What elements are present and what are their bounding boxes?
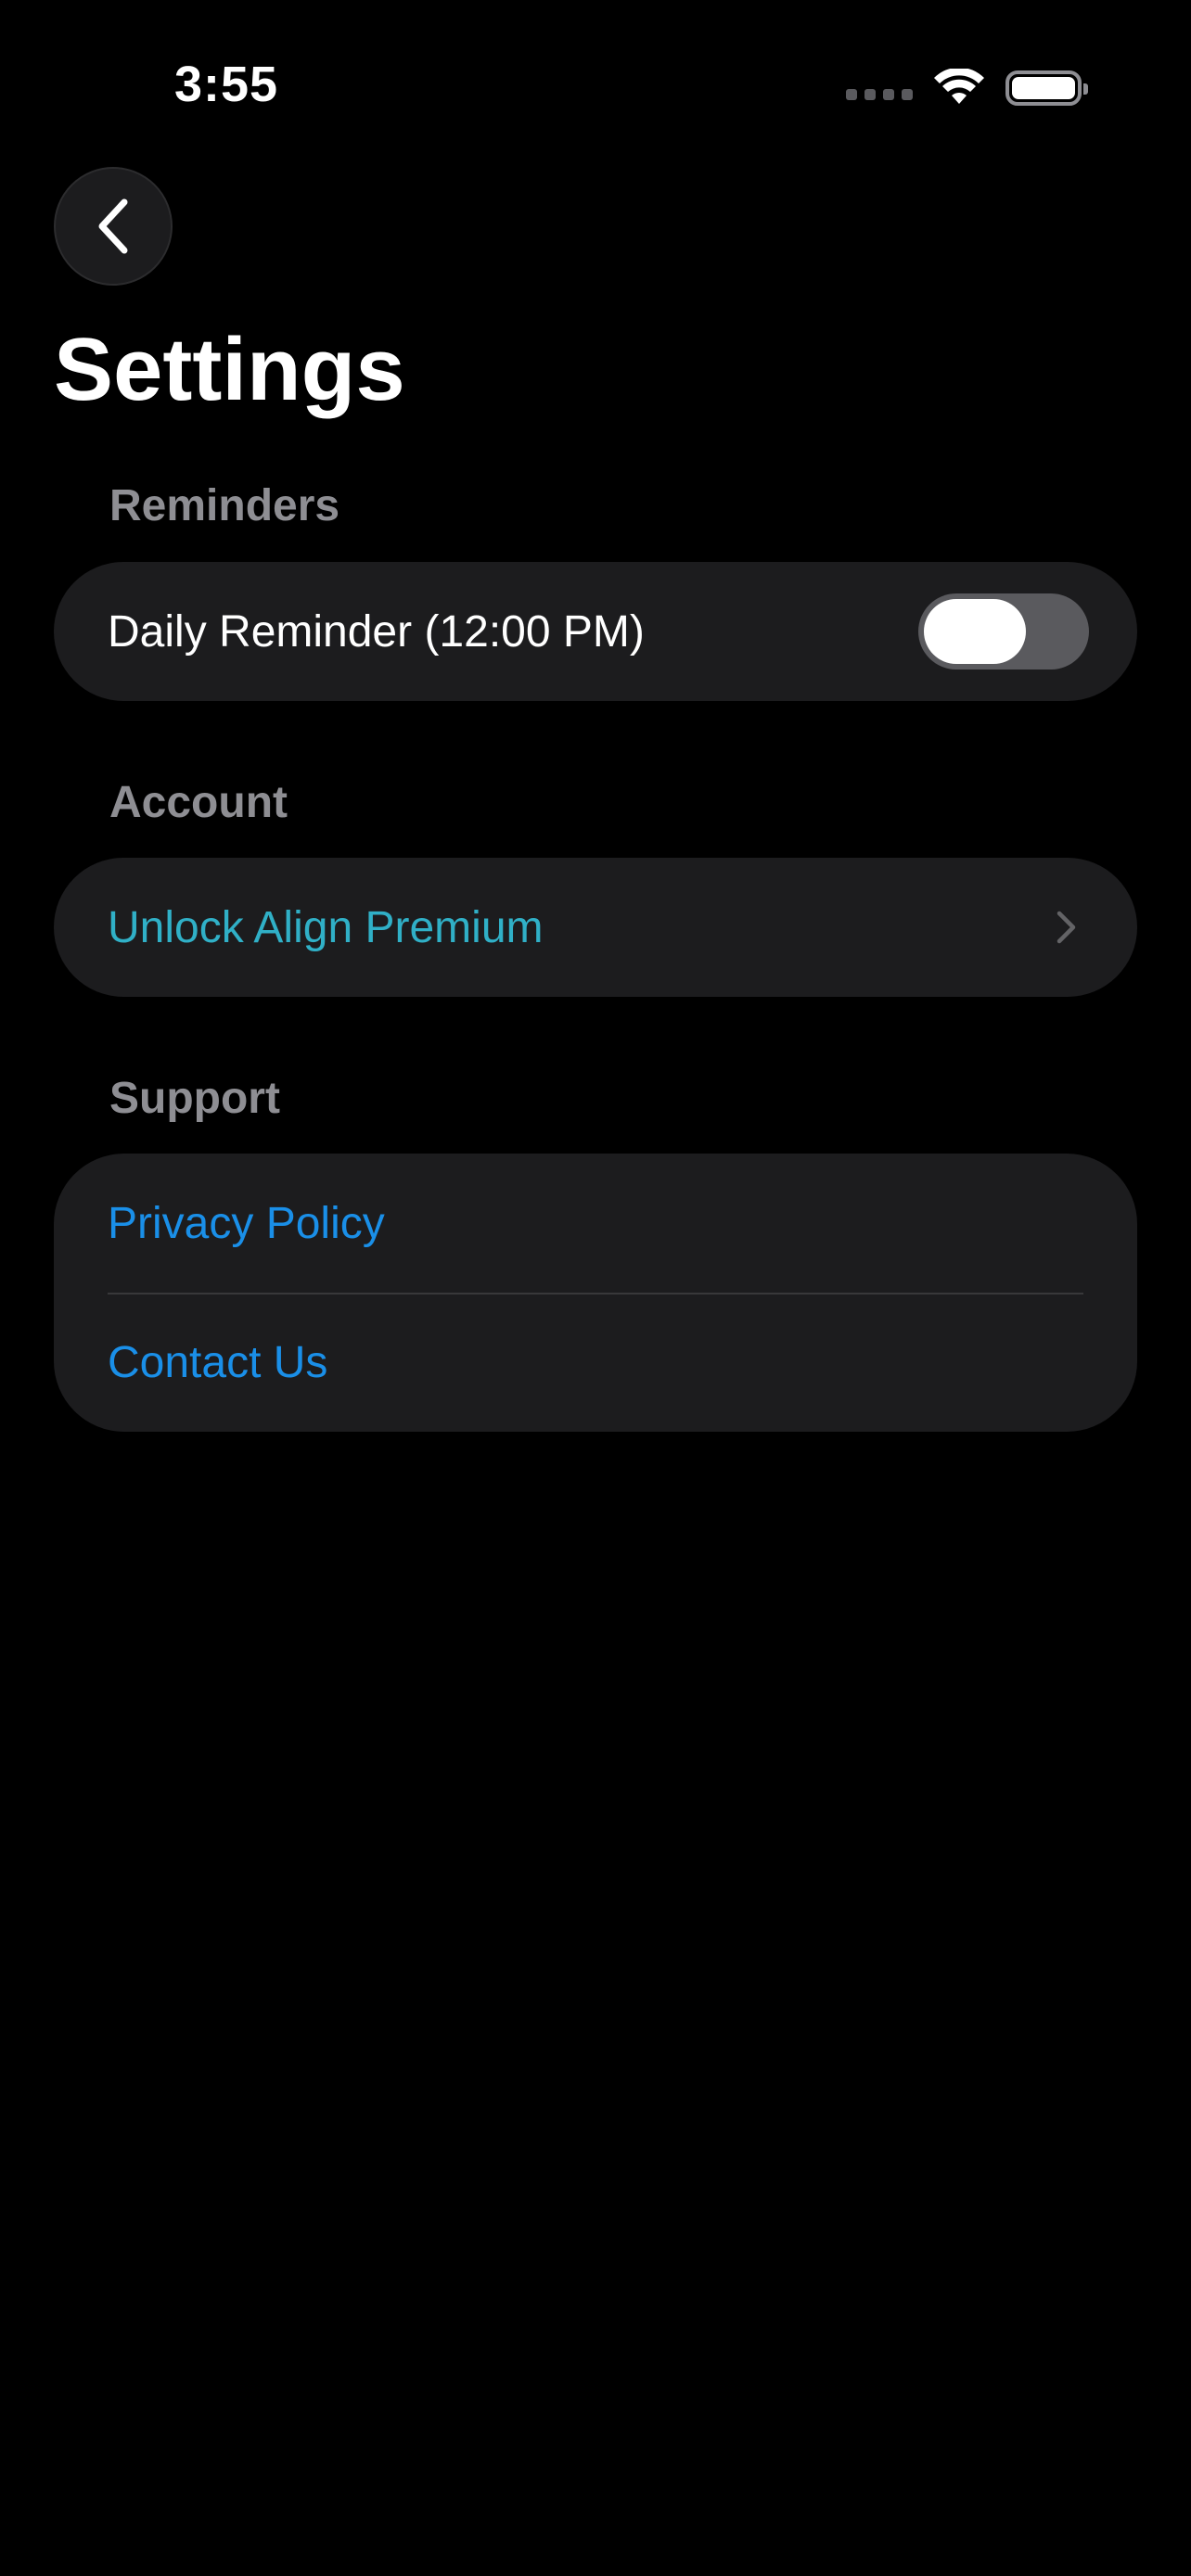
chevron-right-icon: [1057, 911, 1076, 944]
reminders-card: Daily Reminder (12:00 PM): [54, 562, 1137, 701]
daily-reminder-label: Daily Reminder (12:00 PM): [108, 606, 645, 657]
signal-dots-icon: [846, 89, 913, 100]
daily-reminder-row: Daily Reminder (12:00 PM): [54, 562, 1137, 701]
contact-us-link[interactable]: Contact Us: [108, 1337, 327, 1388]
battery-icon: [1005, 70, 1088, 106]
section-header-account: Account: [109, 778, 288, 827]
support-card: Privacy Policy Contact Us: [54, 1154, 1137, 1432]
toggle-knob: [924, 599, 1026, 664]
contact-us-row[interactable]: Contact Us: [54, 1293, 1137, 1432]
account-card: Unlock Align Premium: [54, 858, 1137, 997]
section-header-reminders: Reminders: [109, 481, 340, 530]
wifi-icon: [934, 69, 984, 104]
back-button[interactable]: [54, 167, 173, 286]
privacy-policy-row[interactable]: Privacy Policy: [54, 1154, 1137, 1293]
daily-reminder-toggle[interactable]: [918, 593, 1089, 670]
page-title: Settings: [54, 320, 405, 419]
status-bar: 3:55: [0, 0, 1191, 176]
unlock-premium-label: Unlock Align Premium: [108, 902, 544, 952]
section-header-support: Support: [109, 1074, 280, 1123]
privacy-policy-link[interactable]: Privacy Policy: [108, 1198, 385, 1249]
status-time: 3:55: [174, 57, 279, 112]
status-icons: [846, 65, 1088, 111]
chevron-left-icon: [98, 198, 128, 254]
unlock-premium-row[interactable]: Unlock Align Premium: [54, 858, 1137, 997]
